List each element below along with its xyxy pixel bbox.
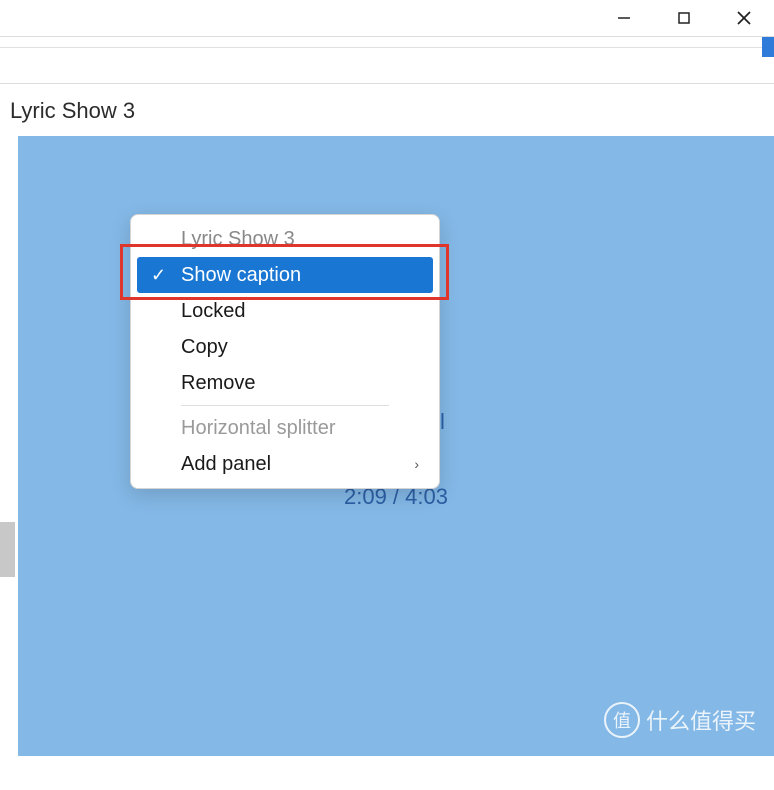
- check-icon: ✓: [151, 265, 166, 286]
- menu-separator: [181, 405, 389, 406]
- toolbar-divider: [0, 47, 774, 48]
- menu-remove[interactable]: Remove: [137, 365, 433, 401]
- menu-item-label: Horizontal splitter: [181, 417, 336, 440]
- menu-add-panel[interactable]: Add panel ›: [137, 446, 433, 482]
- menu-item-label: Remove: [181, 372, 255, 395]
- menu-item-label: Add panel: [181, 453, 271, 476]
- menu-show-caption[interactable]: ✓ Show caption: [137, 257, 433, 293]
- close-icon: [736, 10, 752, 26]
- watermark: 值 什么值得买: [604, 702, 756, 738]
- maximize-icon: [677, 11, 691, 25]
- menu-header: Lyric Show 3: [137, 221, 433, 257]
- splitter-handle[interactable]: [0, 522, 15, 577]
- panel-title: Lyric Show 3: [0, 84, 774, 136]
- minimize-icon: [617, 11, 631, 25]
- menu-copy[interactable]: Copy: [137, 329, 433, 365]
- maximize-button[interactable]: [654, 4, 714, 32]
- title-bar: [0, 0, 774, 36]
- menu-horizontal-splitter: Horizontal splitter: [137, 410, 433, 446]
- close-button[interactable]: [714, 4, 774, 32]
- menu-item-label: Locked: [181, 300, 246, 323]
- minimize-button[interactable]: [594, 4, 654, 32]
- menu-item-label: Copy: [181, 336, 228, 359]
- menu-item-label: Show caption: [181, 264, 301, 287]
- menu-header-label: Lyric Show 3: [181, 228, 295, 251]
- toolbar-strip: [0, 36, 774, 84]
- watermark-badge-icon: 值: [604, 702, 640, 738]
- watermark-text: 什么值得买: [646, 704, 756, 736]
- chevron-right-icon: ›: [414, 456, 419, 472]
- menu-locked[interactable]: Locked: [137, 293, 433, 329]
- context-menu: Lyric Show 3 ✓ Show caption Locked Copy …: [130, 214, 440, 489]
